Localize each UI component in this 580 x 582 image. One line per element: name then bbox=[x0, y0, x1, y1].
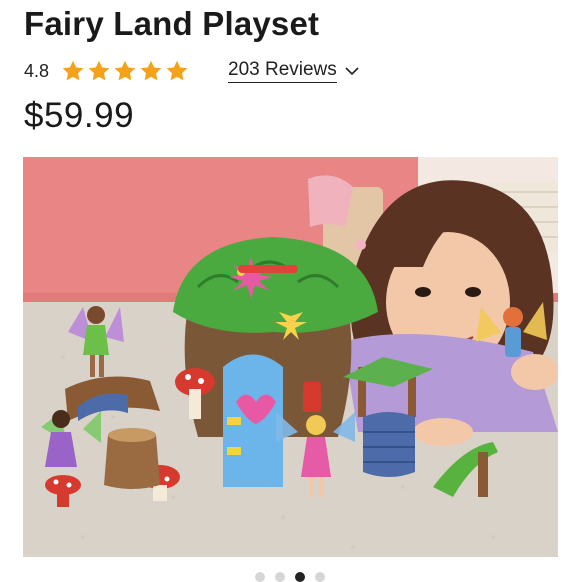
star-icon bbox=[62, 60, 84, 81]
carousel-dot-active[interactable] bbox=[295, 572, 305, 582]
star-icon bbox=[88, 60, 110, 81]
rating-stars bbox=[61, 59, 189, 83]
reviews-link[interactable]: 203 Reviews bbox=[228, 58, 361, 84]
star-icon bbox=[114, 60, 136, 81]
carousel-dot[interactable] bbox=[315, 572, 325, 582]
product-title: Fairy Land Playset bbox=[24, 5, 320, 42]
carousel-indicators bbox=[0, 572, 580, 582]
star-icon bbox=[166, 60, 188, 81]
carousel-dot[interactable] bbox=[255, 572, 265, 582]
reviews-count[interactable]: 203 Reviews bbox=[228, 59, 337, 83]
star-icon bbox=[140, 60, 162, 81]
rating-value: 4.8 bbox=[24, 60, 50, 81]
chevron-down-icon[interactable] bbox=[343, 62, 361, 80]
product-image[interactable] bbox=[23, 157, 558, 557]
rating-summary: 4.8 bbox=[24, 58, 189, 84]
carousel-dot[interactable] bbox=[275, 572, 285, 582]
product-price: $59.99 bbox=[24, 96, 135, 135]
